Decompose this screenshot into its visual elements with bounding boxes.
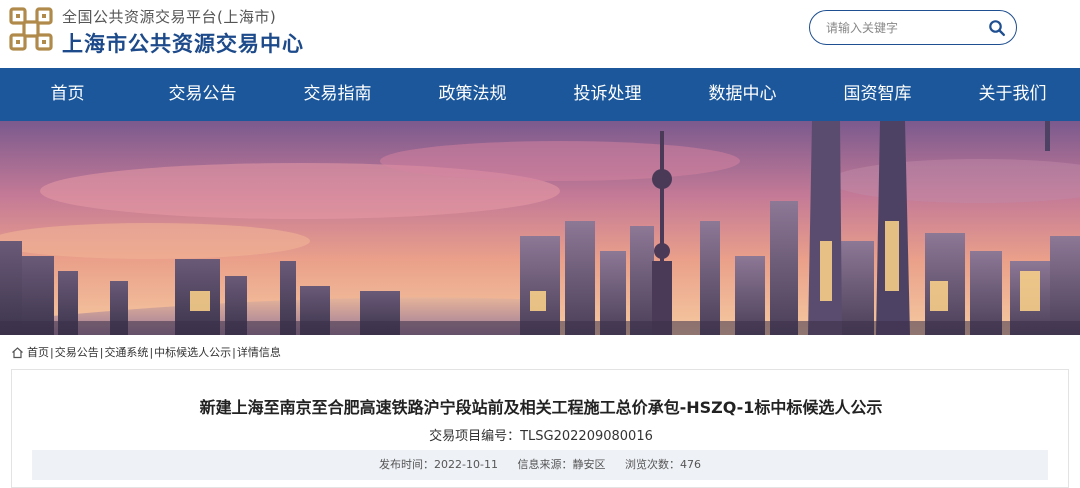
- site-header: 全国公共资源交易平台(上海市) 上海市公共资源交易中心: [0, 0, 1080, 68]
- project-number: 交易项目编号：TLSG202209080016: [429, 429, 653, 444]
- search-icon[interactable]: [988, 19, 1006, 37]
- meta-bar: 发布时间：2022-10-11 信息来源：静安区 浏览次数：476: [32, 450, 1048, 480]
- nav-item-complaints[interactable]: 投诉处理: [540, 68, 675, 121]
- search-input[interactable]: [826, 19, 986, 37]
- home-icon: [12, 346, 23, 358]
- search-box: [809, 10, 1017, 45]
- publish-time: 发布时间：2022-10-11: [379, 458, 498, 471]
- nav-item-guide[interactable]: 交易指南: [270, 68, 405, 121]
- logo-icon[interactable]: [8, 6, 54, 52]
- nav-item-announcements[interactable]: 交易公告: [135, 68, 270, 121]
- breadcrumb-transport[interactable]: 交通系统: [104, 344, 148, 360]
- nav-item-home[interactable]: 首页: [0, 68, 135, 121]
- nav-item-about[interactable]: 关于我们: [945, 68, 1080, 121]
- info-source: 信息来源：静安区: [517, 458, 606, 471]
- breadcrumb-separator: |: [232, 345, 236, 359]
- banner-image: [0, 121, 1080, 335]
- breadcrumb-winning-candidates[interactable]: 中标候选人公示: [154, 344, 231, 360]
- breadcrumb-detail: 详情信息: [236, 346, 281, 359]
- detail-card: 新建上海至南京至合肥高速铁路沪宁段站前及相关工程施工总价承包-HSZQ-1标中标…: [11, 369, 1069, 488]
- view-count: 浏览次数：476: [624, 458, 701, 471]
- breadcrumb-separator: |: [149, 345, 154, 359]
- nav-item-data-center[interactable]: 数据中心: [675, 68, 810, 121]
- main-nav: 首页 交易公告 交易指南 政策法规 投诉处理 数据中心 国资智库 关于我们: [0, 68, 1080, 121]
- nav-item-policies[interactable]: 政策法规: [405, 68, 540, 121]
- site-subtitle: 全国公共资源交易平台(上海市): [62, 8, 277, 26]
- breadcrumb: 首页 | 交易公告 | 交通系统 | 中标候选人公示 | 详情信息: [11, 344, 281, 360]
- breadcrumb-announcements[interactable]: 交易公告: [55, 344, 99, 360]
- nav-item-think-tank[interactable]: 国资智库: [810, 68, 945, 121]
- breadcrumb-separator: |: [50, 345, 54, 359]
- breadcrumb-separator: |: [99, 345, 104, 359]
- detail-title: 新建上海至南京至合肥高速铁路沪宁段站前及相关工程施工总价承包-HSZQ-1标中标…: [199, 398, 883, 417]
- site-title[interactable]: 上海市公共资源交易中心: [62, 28, 304, 58]
- breadcrumb-home[interactable]: 首页: [27, 344, 49, 360]
